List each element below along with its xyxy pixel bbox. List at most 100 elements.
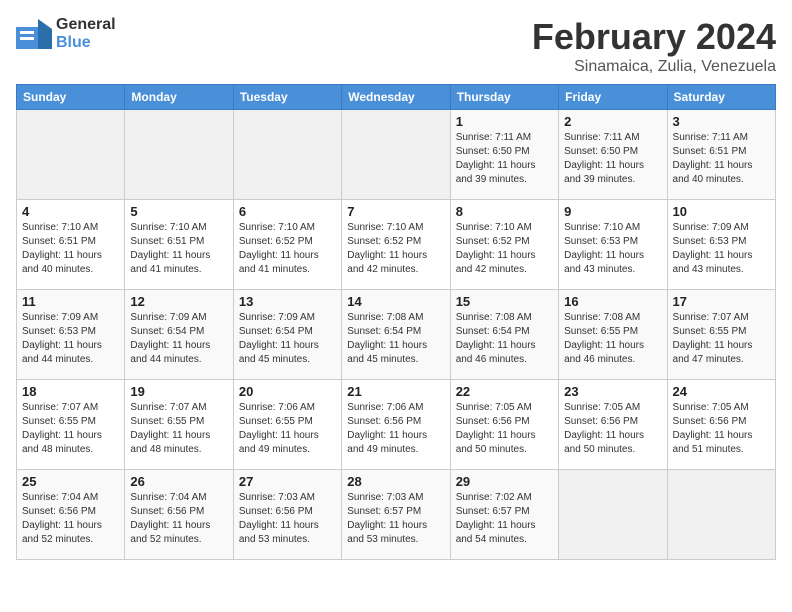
month-title: February 2024 xyxy=(532,16,776,58)
calendar-cell: 4 Sunrise: 7:10 AM Sunset: 6:51 PM Daylig… xyxy=(17,200,125,290)
day-info: Sunrise: 7:04 AM Sunset: 6:56 PM Dayligh… xyxy=(130,491,227,547)
day-info: Sunrise: 7:09 AM Sunset: 6:54 PM Dayligh… xyxy=(239,311,336,367)
page-header: General Blue February 2024 Sinamaica, Zu… xyxy=(16,16,776,76)
day-number: 19 xyxy=(130,384,227,399)
day-number: 2 xyxy=(564,114,661,129)
header-day-sunday: Sunday xyxy=(17,85,125,110)
day-number: 20 xyxy=(239,384,336,399)
day-info: Sunrise: 7:07 AM Sunset: 6:55 PM Dayligh… xyxy=(22,401,119,457)
day-info: Sunrise: 7:05 AM Sunset: 6:56 PM Dayligh… xyxy=(564,401,661,457)
day-number: 12 xyxy=(130,294,227,309)
day-info: Sunrise: 7:10 AM Sunset: 6:52 PM Dayligh… xyxy=(239,221,336,277)
calendar-cell: 1 Sunrise: 7:11 AM Sunset: 6:50 PM Daylig… xyxy=(450,110,558,200)
calendar-week-4: 18Sunrise: 7:07 AM Sunset: 6:55 PM Dayli… xyxy=(17,380,776,470)
day-number: 23 xyxy=(564,384,661,399)
day-info: Sunrise: 7:07 AM Sunset: 6:55 PM Dayligh… xyxy=(673,311,770,367)
calendar-cell: 25 Sunrise: 7:04 AM Sunset: 6:56 PM Dayli… xyxy=(17,470,125,560)
logo-text: General Blue xyxy=(56,16,116,52)
day-info: Sunrise: 7:04 AM Sunset: 6:56 PM Dayligh… xyxy=(22,491,119,547)
day-number: 17 xyxy=(673,294,770,309)
calendar-cell: 24Sunrise: 7:05 AM Sunset: 6:56 PM Dayli… xyxy=(667,380,775,470)
day-info: Sunrise: 7:09 AM Sunset: 6:54 PM Dayligh… xyxy=(130,311,227,367)
day-number: 29 xyxy=(456,474,553,489)
title-block: February 2024 Sinamaica, Zulia, Venezuel… xyxy=(532,16,776,76)
day-info: Sunrise: 7:10 AM Sunset: 6:52 PM Dayligh… xyxy=(347,221,444,277)
calendar-cell xyxy=(17,110,125,200)
calendar-cell: 21Sunrise: 7:06 AM Sunset: 6:56 PM Dayli… xyxy=(342,380,450,470)
day-number: 3 xyxy=(673,114,770,129)
calendar-cell: 14 Sunrise: 7:08 AM Sunset: 6:54 PM Dayli… xyxy=(342,290,450,380)
day-info: Sunrise: 7:10 AM Sunset: 6:52 PM Dayligh… xyxy=(456,221,553,277)
calendar-cell: 22Sunrise: 7:05 AM Sunset: 6:56 PM Dayli… xyxy=(450,380,558,470)
calendar-cell: 15 Sunrise: 7:08 AM Sunset: 6:54 PM Dayli… xyxy=(450,290,558,380)
header-day-monday: Monday xyxy=(125,85,233,110)
day-number: 21 xyxy=(347,384,444,399)
day-info: Sunrise: 7:11 AM Sunset: 6:50 PM Dayligh… xyxy=(564,131,661,187)
calendar-cell: 18Sunrise: 7:07 AM Sunset: 6:55 PM Dayli… xyxy=(17,380,125,470)
calendar-cell: 19 Sunrise: 7:07 AM Sunset: 6:55 PM Dayli… xyxy=(125,380,233,470)
day-info: Sunrise: 7:09 AM Sunset: 6:53 PM Dayligh… xyxy=(673,221,770,277)
calendar-cell: 17 Sunrise: 7:07 AM Sunset: 6:55 PM Dayli… xyxy=(667,290,775,380)
day-info: Sunrise: 7:03 AM Sunset: 6:56 PM Dayligh… xyxy=(239,491,336,547)
location-title: Sinamaica, Zulia, Venezuela xyxy=(532,58,776,76)
logo-icon xyxy=(16,19,52,49)
calendar-cell: 7 Sunrise: 7:10 AM Sunset: 6:52 PM Daylig… xyxy=(342,200,450,290)
calendar-cell: 23 Sunrise: 7:05 AM Sunset: 6:56 PM Dayli… xyxy=(559,380,667,470)
header-day-tuesday: Tuesday xyxy=(233,85,341,110)
day-number: 10 xyxy=(673,204,770,219)
calendar-cell: 16Sunrise: 7:08 AM Sunset: 6:55 PM Dayli… xyxy=(559,290,667,380)
day-number: 1 xyxy=(456,114,553,129)
day-number: 7 xyxy=(347,204,444,219)
day-number: 14 xyxy=(347,294,444,309)
logo-general: General xyxy=(56,16,116,33)
day-number: 26 xyxy=(130,474,227,489)
day-info: Sunrise: 7:08 AM Sunset: 6:54 PM Dayligh… xyxy=(347,311,444,367)
calendar-cell xyxy=(125,110,233,200)
calendar-table: SundayMondayTuesdayWednesdayThursdayFrid… xyxy=(16,84,776,560)
day-number: 16 xyxy=(564,294,661,309)
calendar-cell: 10 Sunrise: 7:09 AM Sunset: 6:53 PM Dayli… xyxy=(667,200,775,290)
day-number: 11 xyxy=(22,294,119,309)
day-number: 28 xyxy=(347,474,444,489)
calendar-cell: 13Sunrise: 7:09 AM Sunset: 6:54 PM Dayli… xyxy=(233,290,341,380)
day-number: 6 xyxy=(239,204,336,219)
header-day-friday: Friday xyxy=(559,85,667,110)
calendar-cell: 11 Sunrise: 7:09 AM Sunset: 6:53 PM Dayli… xyxy=(17,290,125,380)
calendar-cell xyxy=(342,110,450,200)
day-number: 8 xyxy=(456,204,553,219)
day-info: Sunrise: 7:07 AM Sunset: 6:55 PM Dayligh… xyxy=(130,401,227,457)
logo-blue: Blue xyxy=(56,34,91,51)
header-day-thursday: Thursday xyxy=(450,85,558,110)
day-info: Sunrise: 7:11 AM Sunset: 6:50 PM Dayligh… xyxy=(456,131,553,187)
header-day-saturday: Saturday xyxy=(667,85,775,110)
calendar-week-1: 1 Sunrise: 7:11 AM Sunset: 6:50 PM Daylig… xyxy=(17,110,776,200)
day-number: 25 xyxy=(22,474,119,489)
calendar-cell xyxy=(559,470,667,560)
day-number: 15 xyxy=(456,294,553,309)
day-info: Sunrise: 7:10 AM Sunset: 6:51 PM Dayligh… xyxy=(130,221,227,277)
calendar-cell xyxy=(667,470,775,560)
day-number: 9 xyxy=(564,204,661,219)
calendar-cell xyxy=(233,110,341,200)
day-info: Sunrise: 7:10 AM Sunset: 6:51 PM Dayligh… xyxy=(22,221,119,277)
day-info: Sunrise: 7:08 AM Sunset: 6:54 PM Dayligh… xyxy=(456,311,553,367)
calendar-cell: 12 Sunrise: 7:09 AM Sunset: 6:54 PM Dayli… xyxy=(125,290,233,380)
calendar-week-5: 25 Sunrise: 7:04 AM Sunset: 6:56 PM Dayli… xyxy=(17,470,776,560)
calendar-cell: 27 Sunrise: 7:03 AM Sunset: 6:56 PM Dayli… xyxy=(233,470,341,560)
day-number: 4 xyxy=(22,204,119,219)
day-info: Sunrise: 7:10 AM Sunset: 6:53 PM Dayligh… xyxy=(564,221,661,277)
day-number: 5 xyxy=(130,204,227,219)
calendar-cell: 9 Sunrise: 7:10 AM Sunset: 6:53 PM Daylig… xyxy=(559,200,667,290)
calendar-cell: 6 Sunrise: 7:10 AM Sunset: 6:52 PM Daylig… xyxy=(233,200,341,290)
day-number: 27 xyxy=(239,474,336,489)
day-info: Sunrise: 7:05 AM Sunset: 6:56 PM Dayligh… xyxy=(673,401,770,457)
day-info: Sunrise: 7:09 AM Sunset: 6:53 PM Dayligh… xyxy=(22,311,119,367)
day-info: Sunrise: 7:06 AM Sunset: 6:55 PM Dayligh… xyxy=(239,401,336,457)
calendar-cell: 5 Sunrise: 7:10 AM Sunset: 6:51 PM Daylig… xyxy=(125,200,233,290)
calendar-cell: 2 Sunrise: 7:11 AM Sunset: 6:50 PM Daylig… xyxy=(559,110,667,200)
calendar-week-3: 11 Sunrise: 7:09 AM Sunset: 6:53 PM Dayli… xyxy=(17,290,776,380)
header-day-wednesday: Wednesday xyxy=(342,85,450,110)
calendar-cell: 26 Sunrise: 7:04 AM Sunset: 6:56 PM Dayli… xyxy=(125,470,233,560)
logo: General Blue xyxy=(16,16,116,52)
day-info: Sunrise: 7:03 AM Sunset: 6:57 PM Dayligh… xyxy=(347,491,444,547)
